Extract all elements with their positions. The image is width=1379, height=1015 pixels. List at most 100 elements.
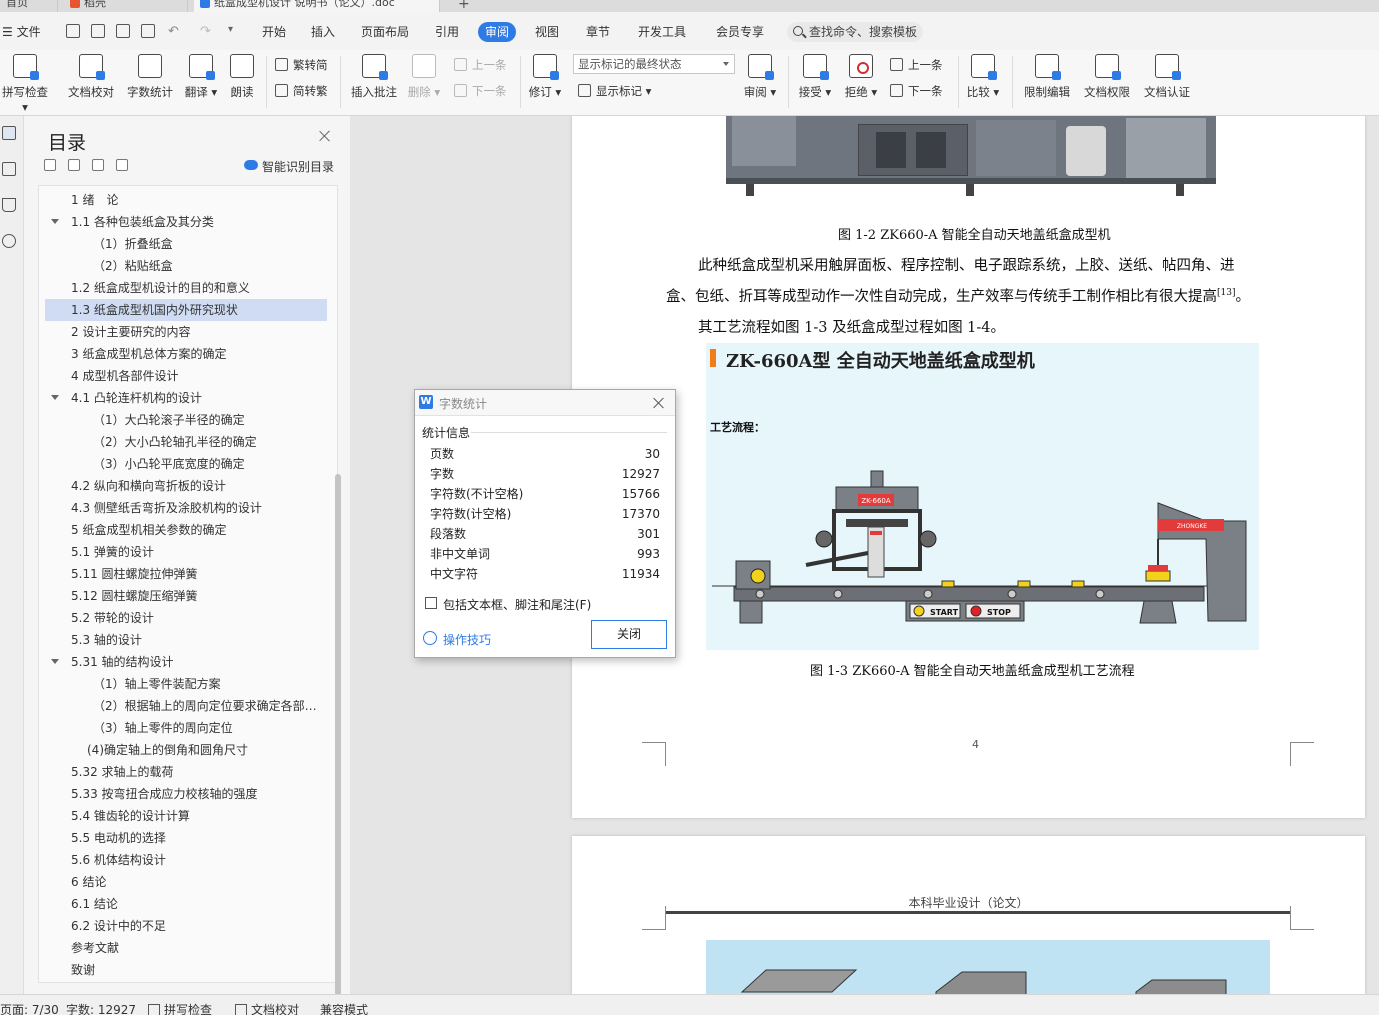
- expand-up-icon[interactable]: [68, 159, 80, 171]
- revise-button[interactable]: 修订 ▾: [526, 54, 564, 100]
- accept-button[interactable]: 接受 ▾: [796, 54, 834, 100]
- toc-item[interactable]: 致谢: [45, 959, 327, 981]
- prev-change-button[interactable]: 上一条: [888, 56, 943, 74]
- close-icon[interactable]: [319, 130, 331, 142]
- status-proofread[interactable]: 文档校对: [235, 1001, 299, 1015]
- document-page[interactable]: 图 1-2 ZK660-A 智能全自动天地盖纸盒成型机 此种纸盒成型机采用触屏面…: [572, 116, 1365, 818]
- menu-developer[interactable]: 开发工具: [638, 22, 686, 42]
- status-spell-check[interactable]: 拼写检查: [148, 1001, 212, 1015]
- tab-document[interactable]: 纸盒成型机设计 说明书（论文）.doc: [194, 0, 440, 12]
- toc-item[interactable]: 5.3 轴的设计: [45, 629, 327, 651]
- toc-item[interactable]: 5.6 机体结构设计: [45, 849, 327, 871]
- word-count-indicator[interactable]: 字数: 12927: [66, 1001, 136, 1015]
- toc-item[interactable]: 6.1 结论: [45, 893, 327, 915]
- toc-item[interactable]: 5 纸盒成型机相关参数的确定: [45, 519, 327, 541]
- tab-home[interactable]: 首页: [0, 0, 58, 12]
- document-page[interactable]: 本科毕业设计（论文）: [572, 836, 1365, 994]
- menu-view[interactable]: 视图: [535, 22, 559, 42]
- toc-item[interactable]: 5.32 求轴上的载荷: [45, 761, 327, 783]
- toc-item[interactable]: 5.5 电动机的选择: [45, 827, 327, 849]
- toc-item[interactable]: 6 结论: [45, 871, 327, 893]
- menu-review[interactable]: 审阅: [478, 22, 517, 42]
- toc-item[interactable]: 参考文献: [45, 937, 327, 959]
- next-change-button[interactable]: 下一条: [888, 82, 943, 100]
- print-icon[interactable]: [116, 24, 130, 38]
- menu-member[interactable]: 会员专享: [716, 22, 764, 42]
- toc-item[interactable]: （3）轴上零件的周向定位: [45, 717, 327, 739]
- reject-button[interactable]: 拒绝 ▾: [842, 54, 880, 100]
- markup-mode-select[interactable]: 显示标记的最终状态: [573, 54, 735, 74]
- word-count-button[interactable]: 字数统计: [124, 54, 176, 100]
- next-comment-button[interactable]: 下一条: [452, 82, 507, 100]
- remove-heading-icon[interactable]: [116, 159, 128, 171]
- command-search[interactable]: 查找命令、搜索模板: [787, 22, 923, 42]
- chevron-down-icon[interactable]: [51, 659, 59, 664]
- toc-item[interactable]: 3 纸盒成型机总体方案的确定: [45, 343, 327, 365]
- toc-panel-icon[interactable]: [2, 126, 16, 140]
- doc-permission-button[interactable]: 文档权限: [1080, 54, 1134, 100]
- spell-check-button[interactable]: 拼写检查 ▾: [0, 54, 50, 114]
- close-icon[interactable]: [653, 397, 665, 409]
- toc-item[interactable]: 4.3 侧壁纸舌弯折及涂胶机构的设计: [45, 497, 327, 519]
- save-icon[interactable]: [66, 24, 80, 38]
- menu-references[interactable]: 引用: [435, 22, 459, 42]
- toc-item[interactable]: 5.12 圆柱螺旋压缩弹簧: [45, 585, 327, 607]
- quick-access-dropdown-icon[interactable]: ▾: [228, 24, 233, 35]
- bookmark-icon[interactable]: [2, 198, 16, 212]
- toc-item[interactable]: （2）大小凸轮轴孔半径的确定: [45, 431, 327, 453]
- toc-item[interactable]: 5.4 锥齿轮的设计计算: [45, 805, 327, 827]
- toc-item[interactable]: （1）轴上零件装配方案: [45, 673, 327, 695]
- toc-item[interactable]: 4 成型机各部件设计: [45, 365, 327, 387]
- file-menu[interactable]: ☰ 文件: [2, 22, 41, 42]
- toc-item[interactable]: 1 绪 论: [45, 189, 327, 211]
- doc-proofread-button[interactable]: 文档校对: [64, 54, 118, 100]
- tab-docer[interactable]: 稻壳: [64, 0, 188, 12]
- dialog-titlebar[interactable]: W 字数统计: [415, 390, 675, 416]
- simp-to-trad-button[interactable]: 简转繁: [273, 82, 328, 100]
- find-icon[interactable]: [2, 234, 16, 248]
- toc-item[interactable]: 4.1 凸轮连杆机构的设计: [45, 387, 327, 409]
- doc-certify-button[interactable]: 文档认证: [1140, 54, 1194, 100]
- toc-item[interactable]: （3）小凸轮平底宽度的确定: [45, 453, 327, 475]
- translate-button[interactable]: 翻译 ▾: [182, 54, 220, 100]
- add-heading-icon[interactable]: [92, 159, 104, 171]
- toc-item[interactable]: 1.3 纸盒成型机国内外研究现状: [45, 299, 327, 321]
- show-markup-button[interactable]: 显示标记 ▾: [576, 82, 651, 100]
- toc-item[interactable]: 5.33 按弯扭合成应力校核轴的强度: [45, 783, 327, 805]
- toc-scrollbar[interactable]: [335, 474, 341, 1015]
- chapter-panel-icon[interactable]: [2, 162, 16, 176]
- toc-item[interactable]: 2 设计主要研究的内容: [45, 321, 327, 343]
- toc-item[interactable]: 4.2 纵向和横向弯折板的设计: [45, 475, 327, 497]
- menu-chapter[interactable]: 章节: [586, 22, 610, 42]
- collapse-all-icon[interactable]: [44, 159, 56, 171]
- print-preview-icon[interactable]: [141, 24, 155, 38]
- menu-page-layout[interactable]: 页面布局: [361, 22, 409, 42]
- toc-item[interactable]: 5.11 圆柱螺旋拉伸弹簧: [45, 563, 327, 585]
- toc-item[interactable]: （1）折叠纸盒: [45, 233, 327, 255]
- toc-item[interactable]: (4)确定轴上的倒角和圆角尺寸: [45, 739, 327, 761]
- compare-button[interactable]: 比较 ▾: [964, 54, 1002, 100]
- trad-to-simp-button[interactable]: 繁转简: [273, 56, 328, 74]
- export-icon[interactable]: [91, 24, 105, 38]
- menu-insert[interactable]: 插入: [311, 22, 335, 42]
- tips-link[interactable]: 操作技巧: [423, 631, 491, 648]
- toc-item[interactable]: 5.2 带轮的设计: [45, 607, 327, 629]
- chevron-down-icon[interactable]: [51, 219, 59, 224]
- toc-item[interactable]: 5.1 弹簧的设计: [45, 541, 327, 563]
- delete-comment-button[interactable]: 删除 ▾: [406, 54, 442, 100]
- close-button[interactable]: 关闭: [591, 620, 667, 649]
- review-pane-button[interactable]: 审阅 ▾: [742, 54, 778, 100]
- redo-icon[interactable]: ↷: [200, 24, 211, 39]
- new-tab-icon[interactable]: +: [458, 0, 470, 12]
- toc-item[interactable]: （2）粘贴纸盒: [45, 255, 327, 277]
- insert-comment-button[interactable]: 插入批注: [348, 54, 400, 100]
- read-aloud-button[interactable]: 朗读: [226, 54, 258, 100]
- toc-item[interactable]: 5.31 轴的结构设计: [45, 651, 327, 673]
- toc-item[interactable]: 6.2 设计中的不足: [45, 915, 327, 937]
- toc-item[interactable]: 1.2 纸盒成型机设计的目的和意义: [45, 277, 327, 299]
- menu-start[interactable]: 开始: [262, 22, 286, 42]
- restrict-edit-button[interactable]: 限制编辑: [1020, 54, 1074, 100]
- undo-icon[interactable]: ↶: [168, 24, 179, 39]
- include-textbox-checkbox[interactable]: 包括文本框、脚注和尾注(F): [425, 596, 591, 613]
- toc-item[interactable]: （2）根据轴上的周向定位要求确定各部分的直径和长度: [45, 695, 327, 717]
